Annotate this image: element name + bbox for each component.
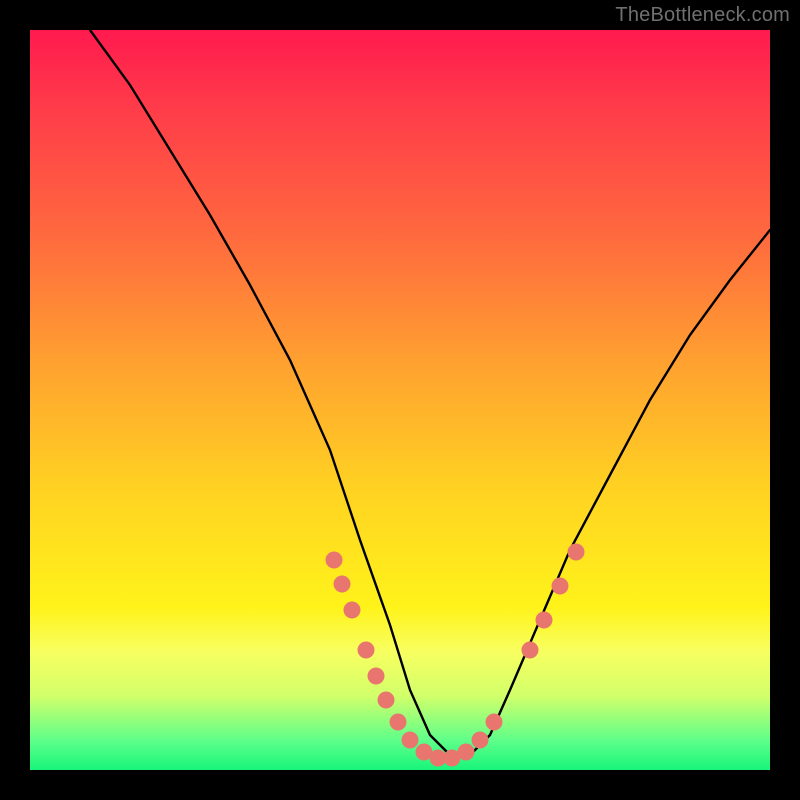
bottleneck-curve <box>90 30 770 755</box>
attribution-text: TheBottleneck.com <box>615 4 790 27</box>
highlight-dot <box>458 744 475 761</box>
highlight-dot <box>344 602 361 619</box>
outer-frame: TheBottleneck.com <box>0 0 800 800</box>
highlight-dot <box>326 552 343 569</box>
highlight-dot <box>402 732 419 749</box>
highlight-dot <box>358 642 375 659</box>
highlight-dot <box>390 714 407 731</box>
highlight-dot <box>522 642 539 659</box>
highlight-dot <box>334 576 351 593</box>
highlight-dot <box>378 692 395 709</box>
highlight-dot <box>552 578 569 595</box>
gradient-plot-area <box>30 30 770 770</box>
curve-layer <box>30 30 770 770</box>
highlight-dot <box>472 732 489 749</box>
highlight-dots <box>326 544 585 767</box>
highlight-dot <box>568 544 585 561</box>
highlight-dot <box>486 714 503 731</box>
highlight-dot <box>536 612 553 629</box>
highlight-dot <box>368 668 385 685</box>
